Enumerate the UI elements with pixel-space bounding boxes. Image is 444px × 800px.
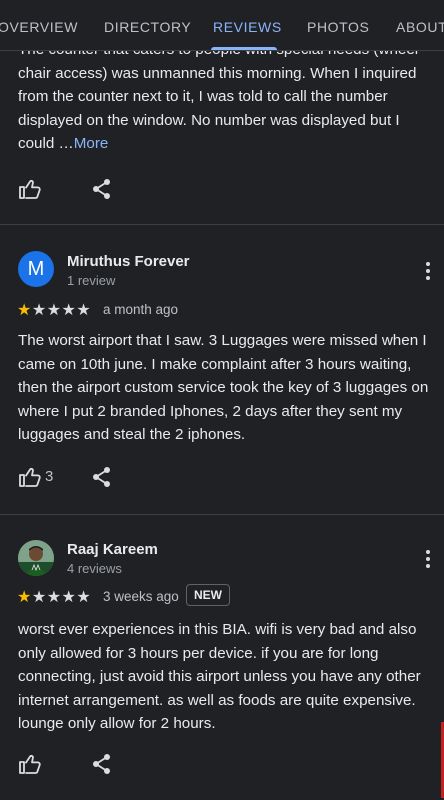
star-icon: ★ (46, 302, 62, 319)
star-icon: ★ (61, 302, 77, 319)
review-text-line: displayed on the window. No number was d… (18, 111, 400, 129)
review-text-line: only allowed for 3 hours per device. if … (18, 644, 379, 662)
reviewer-review-count: 4 reviews (67, 561, 122, 576)
thumbs-up-icon[interactable] (18, 752, 42, 781)
review-text-line: The worst airport that I saw. 3 Luggages… (18, 332, 427, 349)
star-icon: ★ (76, 302, 92, 319)
review-text-line: came on 10th june. I make complaint afte… (18, 355, 412, 373)
reviewer-review-count: 1 review (67, 273, 116, 288)
review-text-line: internet arrangement. as well as foods a… (18, 691, 416, 709)
review-text-line: could … (18, 135, 74, 152)
new-badge: NEW (186, 584, 230, 606)
divider (0, 514, 444, 515)
share-icon[interactable] (91, 752, 113, 781)
star-icon: ★ (31, 302, 47, 319)
more-link[interactable]: More (74, 135, 109, 152)
active-tab-indicator (211, 47, 277, 50)
review-actions: 3 (18, 463, 138, 493)
tab-overview[interactable]: OVERVIEW (0, 0, 78, 50)
avatar-photo (18, 540, 54, 576)
divider (0, 224, 444, 225)
star-icon: ★ (61, 589, 77, 606)
review-text: The worst airport that I saw. 3 Luggages… (18, 329, 438, 447)
review-text-line: lounge only allow for 2 hours. (18, 715, 216, 732)
review-text: worst ever experiences in this BIA. wifi… (18, 618, 438, 736)
review-text-line: worst ever experiences in this BIA. wifi… (18, 621, 417, 638)
star-icon: ★ (17, 302, 32, 319)
star-icon: ★ (17, 589, 32, 606)
tab-directory[interactable]: DIRECTORY (104, 0, 191, 50)
review-text: The counter that caters to people with s… (18, 38, 438, 156)
place-tabs: OVERVIEW DIRECTORY REVIEWS PHOTOS ABOUT (0, 0, 444, 51)
review-text-line: luggages and steal the 2 iphones. (18, 426, 246, 443)
star-icon: ★ (31, 589, 47, 606)
review-text-line: connecting, just avoid this airport unle… (18, 668, 421, 685)
reviewer-name[interactable]: Miruthus Forever (67, 253, 190, 270)
share-icon[interactable] (91, 465, 113, 494)
review-text-line: where I put 2 branded Iphones, 2 days af… (18, 402, 403, 420)
review-actions (18, 175, 138, 205)
avatar[interactable] (18, 540, 54, 576)
review-time: a month ago (103, 302, 179, 317)
star-icon: ★ (76, 589, 92, 606)
more-vert-icon[interactable] (418, 259, 438, 283)
more-vert-icon[interactable] (418, 547, 438, 571)
avatar[interactable]: M (18, 251, 54, 287)
star-rating: ★★★★★ (17, 300, 91, 320)
reviewer-name[interactable]: Raaj Kareem (67, 541, 158, 558)
tab-reviews[interactable]: REVIEWS (213, 0, 282, 50)
review-text-line: chair access) was unmanned this morning.… (18, 64, 417, 82)
like-count: 3 (45, 468, 54, 485)
review-time: 3 weeks ago (103, 589, 179, 604)
review-text-line: from the counter next to it, I was told … (18, 88, 388, 105)
review-text-line: then the airport custom service took the… (18, 379, 429, 396)
thumbs-up-icon[interactable] (18, 177, 42, 206)
tab-photos[interactable]: PHOTOS (307, 0, 369, 50)
share-icon[interactable] (91, 177, 113, 206)
star-icon: ★ (46, 589, 62, 606)
star-rating: ★★★★★ (17, 587, 91, 607)
review-actions (18, 750, 138, 780)
tab-about[interactable]: ABOUT (396, 0, 444, 50)
thumbs-up-icon[interactable] (18, 465, 42, 494)
